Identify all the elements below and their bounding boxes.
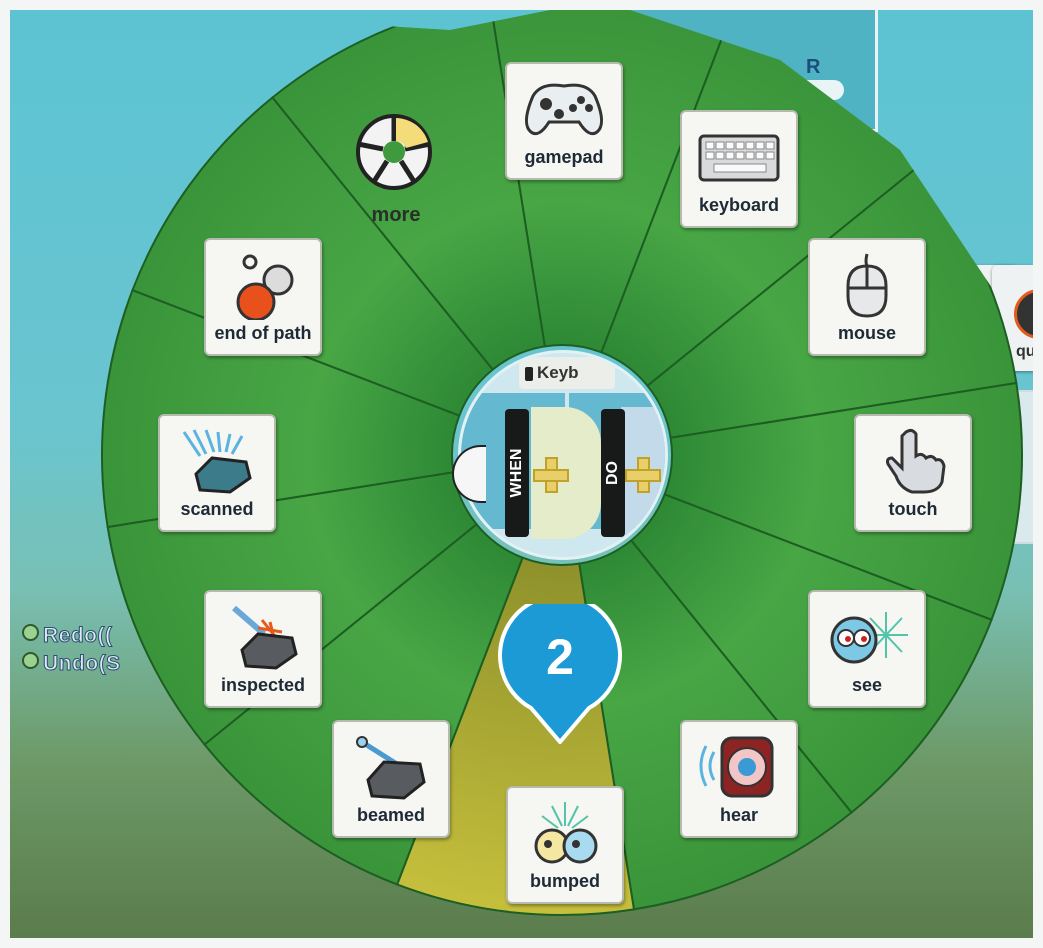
speaker-icon [699,736,774,798]
tile-end-of-path[interactable]: end of path [204,238,322,356]
tile-label: inspected [220,675,306,695]
tile-beamed[interactable]: beamed [332,720,450,838]
tile-see[interactable]: see [808,590,926,708]
mouse-icon [846,253,888,318]
tile-more[interactable]: more [340,108,452,228]
tile-label: gamepad [524,147,604,167]
tile-label: keyboard [698,195,780,215]
beamed-icon [356,736,426,800]
rule-hub[interactable]: Keyb WHEN DO [458,350,668,560]
add-when-icon[interactable] [533,457,569,493]
tile-label: bumped [530,871,600,891]
pointing-hand-icon [886,428,946,494]
tile-label: touch [888,499,938,519]
tile-label: end of path [214,323,312,343]
tile-label: beamed [356,805,426,825]
tile-mouse[interactable]: mouse [808,238,926,356]
end-of-path-icon [236,254,294,320]
hub-top-card: Keyb [519,357,615,389]
more-wheel-icon [356,114,432,190]
tile-label: hear [719,805,759,825]
tile-label: see [851,675,883,695]
keyboard-icon [698,134,780,182]
do-tab: DO [601,409,625,537]
tile-label: scanned [180,499,254,519]
tile-scanned[interactable]: scanned [158,414,276,532]
tile-hear[interactable]: hear [680,720,798,838]
when-tab: WHEN [505,409,529,537]
tile-label: more [371,204,421,226]
tile-touch[interactable]: touch [854,414,972,532]
gamepad-icon [525,83,603,136]
selection-number: 2 [546,629,574,685]
tile-inspected[interactable]: inspected [204,590,322,708]
inspected-icon [232,605,298,670]
game-scene: R qu Redo(( Undo(S Keyb WHEN DO gamepad … [0,0,1043,948]
tile-bumped[interactable]: bumped [506,786,624,904]
bump-icon [534,802,598,864]
eyes-icon [830,612,908,664]
add-do-icon[interactable] [625,457,661,493]
tile-gamepad[interactable]: gamepad [505,62,623,180]
scanned-icon [182,429,252,494]
tile-keyboard[interactable]: keyboard [680,110,798,228]
tile-label: mouse [837,323,897,343]
